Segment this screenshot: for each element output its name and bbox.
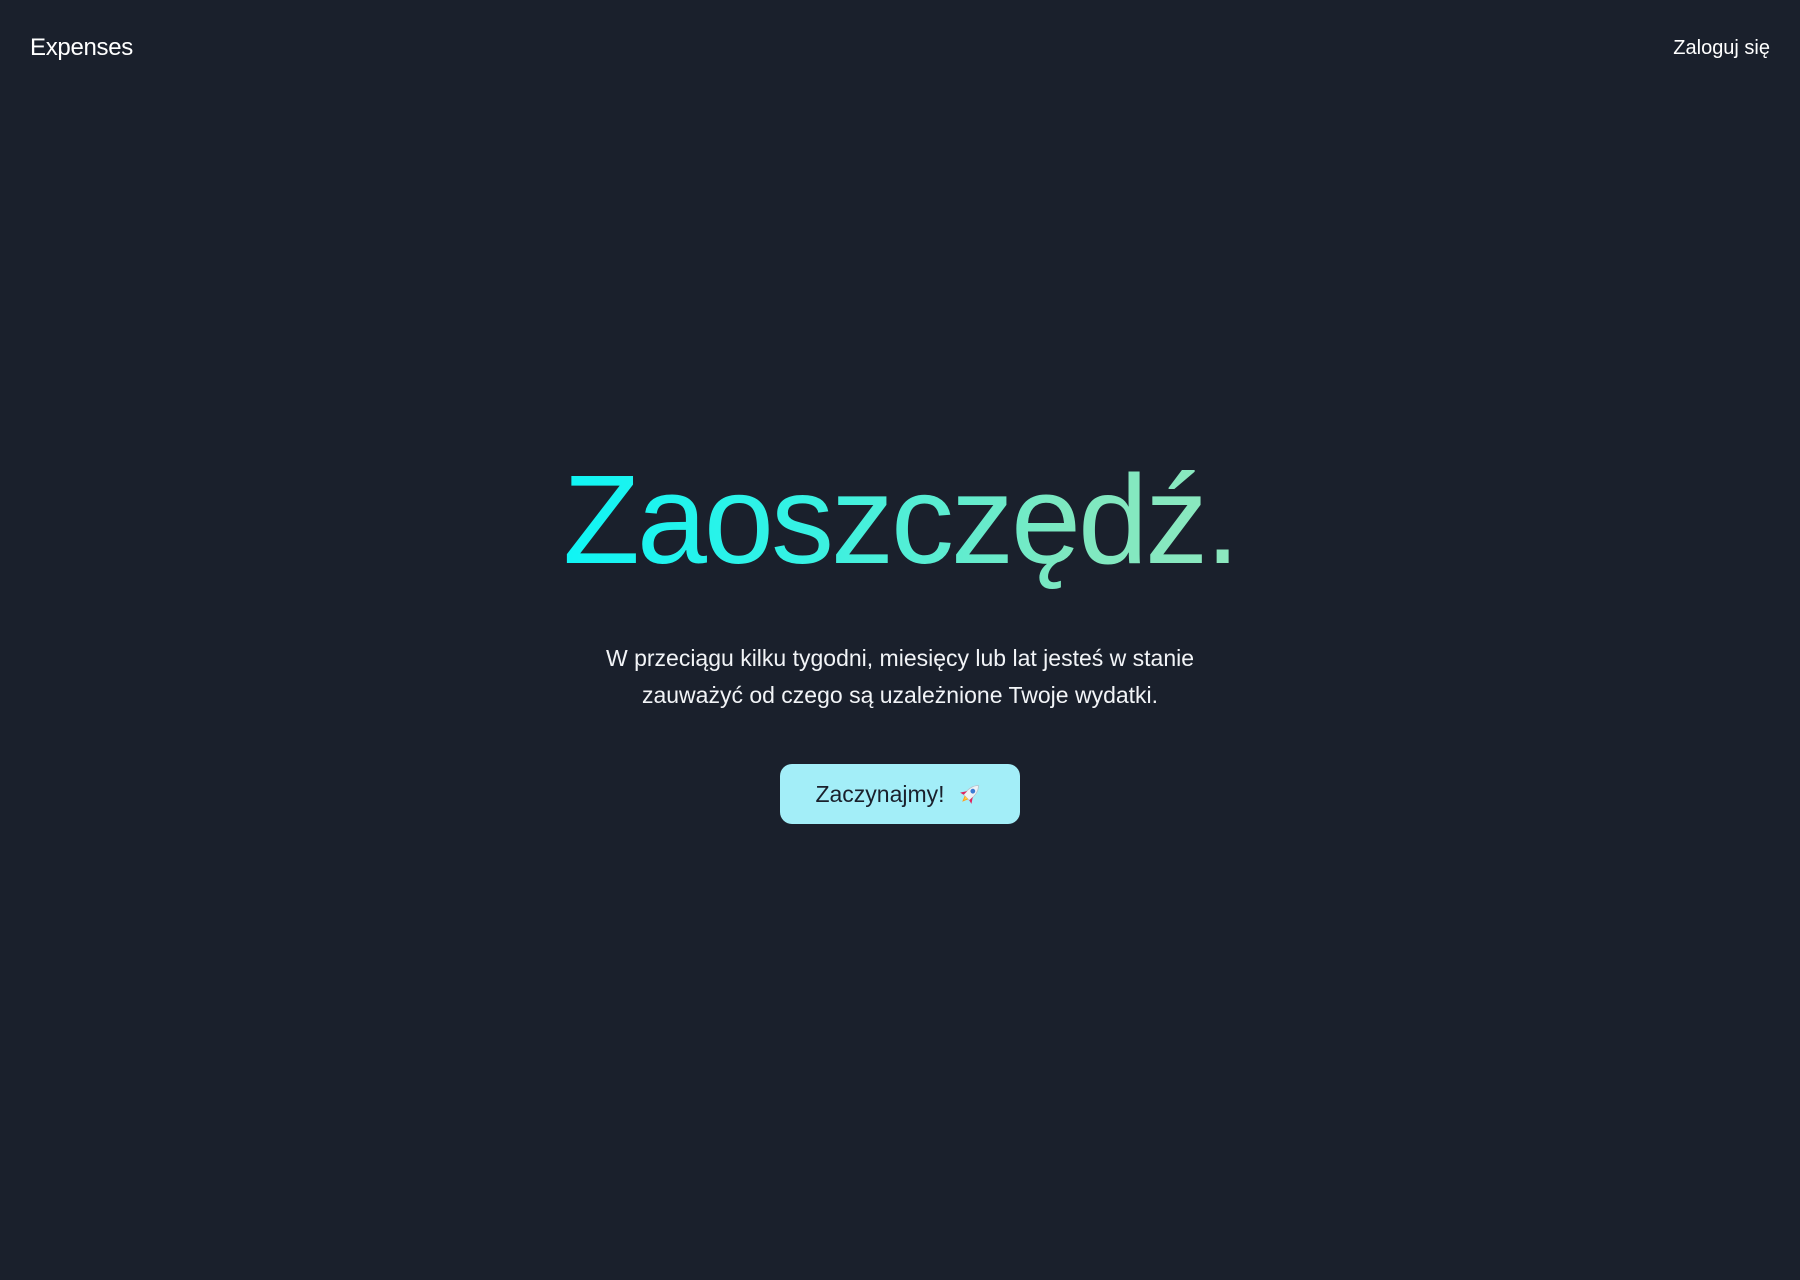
brand-logo[interactable]: Expenses <box>30 34 133 62</box>
get-started-label: Zaczynajmy! <box>815 780 945 807</box>
get-started-button[interactable]: Zaczynajmy! <box>780 764 1020 824</box>
top-navigation: Expenses Zaloguj się <box>0 0 1800 100</box>
login-link[interactable]: Zaloguj się <box>1673 37 1770 60</box>
hero-section: Zaoszczędź. W przeciągu kilku tygodni, m… <box>0 440 1800 824</box>
hero-subtitle: W przeciągu kilku tygodni, miesięcy lub … <box>605 645 1195 708</box>
hero-title: Zaoszczędź. <box>563 440 1240 600</box>
rocket-icon <box>955 779 985 809</box>
